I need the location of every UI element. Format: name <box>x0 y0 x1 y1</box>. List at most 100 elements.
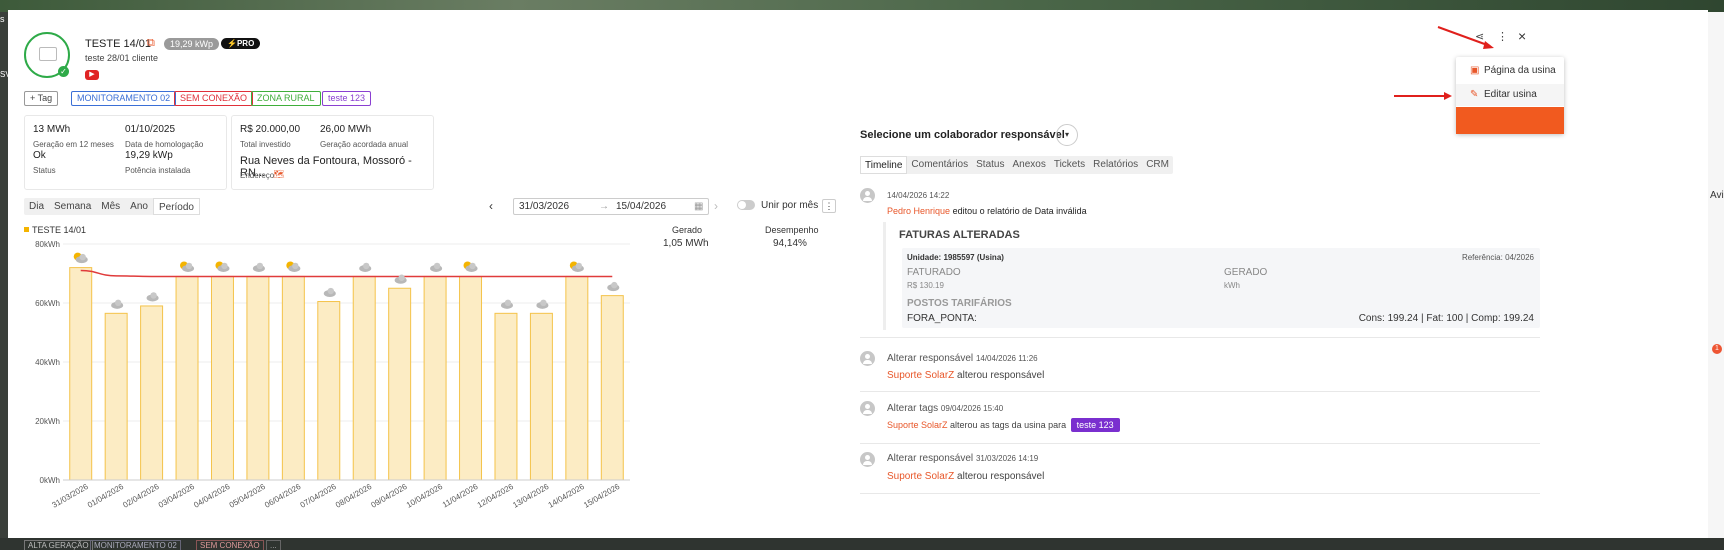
arrow-to-menu <box>1437 26 1491 47</box>
bar[interactable] <box>459 275 483 481</box>
user-avatar-icon <box>860 452 875 467</box>
divider <box>860 443 1540 444</box>
bar[interactable] <box>317 301 341 481</box>
tag-teste-123[interactable]: teste 123 <box>322 91 372 106</box>
tab-tickets[interactable]: Tickets <box>1050 156 1089 174</box>
x-tick-label: 06/04/2026 <box>263 482 303 510</box>
cloudy-icon <box>252 262 265 272</box>
generated-col-label: GERADO <box>1224 267 1268 278</box>
tab-status[interactable]: Status <box>972 156 1008 174</box>
date-end[interactable]: 15/04/2026 <box>616 199 666 214</box>
join-month-label: Unir por mês <box>761 200 819 211</box>
partly-sunny-icon <box>215 261 230 272</box>
plant-avatar: ✓ <box>24 32 70 78</box>
x-tick-label: 10/04/2026 <box>405 482 445 510</box>
chevron-left-icon[interactable]: ‹ <box>489 199 493 213</box>
chart-options-button[interactable]: ⋮ <box>822 199 836 213</box>
tariff-values: Cons: 199.24 | Fat: 100 | Comp: 199.24 <box>1358 313 1534 324</box>
performance-label: Desempenho <box>765 225 819 235</box>
bar[interactable] <box>210 275 234 481</box>
address-label: Endereço <box>240 171 275 180</box>
event-title: Alterar responsável 14/04/2026 11:26 <box>887 353 1038 364</box>
event-user[interactable]: Suporte SolarZ <box>887 471 954 482</box>
event-text: Pedro Henrique editou o relatório de Dat… <box>887 206 1087 216</box>
cloudy-icon <box>500 299 513 309</box>
tab-anexos[interactable]: Anexos <box>1008 156 1049 174</box>
solar-panel-icon <box>39 47 57 61</box>
generation-chart: TESTE 14/01 0kWh 20kWh 40kWh 60kWh 80kWh 31/… <box>24 225 630 510</box>
date-range-picker[interactable]: 31/03/2026 → 15/04/2026 ▦ <box>513 198 709 215</box>
tariff-label: POSTOS TARIFÁRIOS <box>907 298 1012 309</box>
bar[interactable] <box>388 287 412 481</box>
investment-label: Total investido <box>240 140 291 149</box>
stats-card-investment: R$ 20.000,00 Total investido 26,00 MWh G… <box>231 115 434 190</box>
tab-timeline[interactable]: Timeline <box>860 156 908 174</box>
bg-label: s <box>0 14 5 24</box>
partly-sunny-icon <box>569 261 584 272</box>
bar[interactable] <box>140 305 164 481</box>
bar[interactable] <box>281 275 305 481</box>
tag-monitoramento[interactable]: MONITORAMENTO 02 <box>71 91 177 106</box>
y-tick-label: 80kWh <box>35 240 60 249</box>
responsible-dropdown[interactable]: ▾ <box>1056 124 1078 146</box>
tab-comentarios[interactable]: Comentários <box>907 156 972 174</box>
event-user[interactable]: Suporte SolarZ <box>887 370 954 381</box>
bar[interactable] <box>104 312 128 481</box>
tag-zona-rural[interactable]: ZONA RURAL <box>251 91 321 106</box>
homologation-value: 01/10/2025 <box>125 124 176 135</box>
generation-12m-label: Geração em 12 meses <box>33 140 114 149</box>
event-date: 31/03/2026 14:19 <box>975 454 1039 463</box>
bar[interactable] <box>494 312 518 481</box>
youtube-icon[interactable]: ▶ <box>85 70 99 80</box>
close-icon[interactable]: × <box>1518 28 1526 44</box>
annotation-arrows <box>1394 26 1494 100</box>
event-user[interactable]: Pedro Henrique <box>887 206 950 216</box>
arrow-head <box>1444 92 1452 100</box>
cloudy-icon <box>607 281 620 292</box>
pro-badge-label: PRO <box>236 39 255 48</box>
tab-relatorios[interactable]: Relatórios <box>1089 156 1142 174</box>
bg-label: Avis <box>1710 190 1724 201</box>
cloudy-icon <box>323 287 336 298</box>
pro-badge: ⚡PRO <box>221 38 261 49</box>
map-icon[interactable]: 🗺 <box>273 169 284 180</box>
capacity-badge: 19,29 kWp <box>164 38 220 50</box>
divider <box>860 337 1540 338</box>
weather-icons <box>73 252 620 309</box>
bar[interactable] <box>565 275 589 481</box>
bar[interactable] <box>529 312 553 481</box>
calendar-icon[interactable]: ▦ <box>694 199 703 214</box>
tab-semana[interactable]: Semana <box>49 198 96 215</box>
tag-badge: teste 123 <box>1070 418 1120 432</box>
tab-ano[interactable]: Ano <box>125 198 153 215</box>
installed-power-label: Potência instalada <box>125 166 191 175</box>
x-tick-label: 11/04/2026 <box>441 482 480 510</box>
event-user[interactable]: Suporte SolarZ <box>887 420 948 430</box>
event-title: Alterar responsável 31/03/2026 14:19 <box>887 453 1038 464</box>
menu-action-bar[interactable] <box>1456 107 1564 134</box>
tab-mes[interactable]: Mês <box>96 198 125 215</box>
responsible-title: Selecione um colaborador responsável <box>860 129 1065 141</box>
bar[interactable] <box>175 275 199 481</box>
billed-value: R$ 130.19 <box>907 281 944 290</box>
tag-sem-conexao[interactable]: SEM CONEXÃO <box>174 91 254 106</box>
add-tag-button[interactable]: + Tag <box>24 91 59 106</box>
tab-periodo[interactable]: Período <box>152 198 200 215</box>
event-text: Suporte SolarZ alterou as tags da usina … <box>887 418 1120 432</box>
bar[interactable] <box>600 295 624 481</box>
tab-crm[interactable]: CRM <box>1142 156 1173 174</box>
join-month-toggle[interactable] <box>737 200 755 210</box>
bar[interactable] <box>246 275 270 481</box>
bar[interactable] <box>69 267 93 481</box>
x-tick-label: 07/04/2026 <box>299 482 339 510</box>
date-start[interactable]: 31/03/2026 <box>519 199 569 214</box>
external-link-icon[interactable]: ⧉ <box>147 37 155 50</box>
check-icon: ✓ <box>58 66 69 77</box>
y-tick-label: 0kWh <box>40 476 60 485</box>
date-arrow: → <box>599 201 609 212</box>
homologation-label: Data de homologação <box>125 140 204 149</box>
bar[interactable] <box>352 275 376 481</box>
bar[interactable] <box>423 275 447 481</box>
tab-dia[interactable]: Dia <box>24 198 49 215</box>
chevron-right-icon[interactable]: › <box>714 199 718 213</box>
